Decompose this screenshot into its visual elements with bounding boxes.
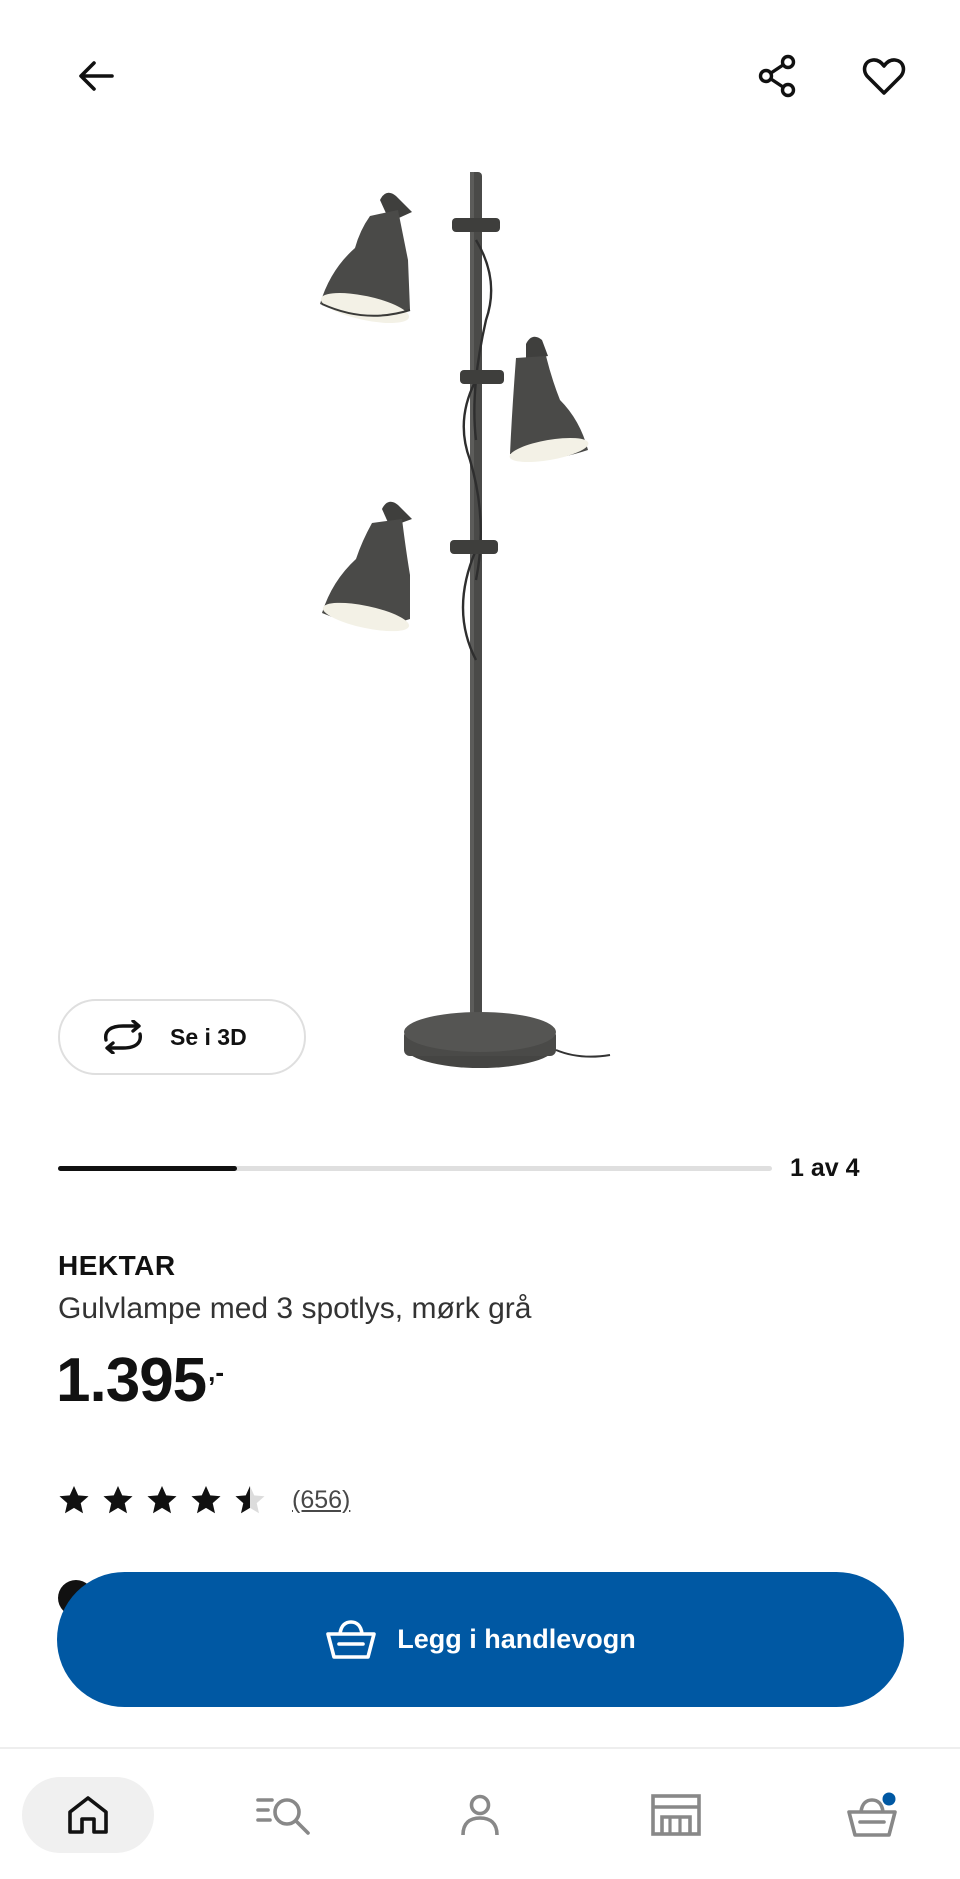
add-to-cart-label: Legg i handlevogn <box>397 1624 636 1654</box>
nav-search[interactable] <box>218 1777 350 1853</box>
star-icon <box>59 1486 89 1514</box>
favorite-button[interactable] <box>844 36 924 116</box>
star-icon <box>235 1486 265 1514</box>
star-icon <box>191 1486 221 1514</box>
share-button[interactable] <box>738 36 818 116</box>
basket-icon <box>326 1619 377 1659</box>
nav-profile[interactable] <box>414 1777 546 1853</box>
cart-icon <box>847 1792 897 1837</box>
star-rating <box>58 1484 278 1516</box>
product-image[interactable] <box>300 160 640 1100</box>
product-name: HEKTAR <box>58 1250 176 1281</box>
heart-icon <box>862 58 906 95</box>
back-button[interactable] <box>56 36 136 116</box>
arrow-left-icon <box>79 61 114 91</box>
price-suffix: ,- <box>208 1357 225 1387</box>
cart-badge <box>882 1792 896 1806</box>
bottom-navigation <box>0 1749 960 1879</box>
star-icon <box>147 1486 177 1514</box>
review-count[interactable]: (656) <box>292 1486 350 1515</box>
star-icon <box>103 1486 133 1514</box>
nav-cart[interactable] <box>806 1777 938 1853</box>
home-icon <box>68 1796 108 1834</box>
person-icon <box>461 1794 499 1836</box>
view-3d-label: Se i 3D <box>170 1023 247 1050</box>
store-icon <box>651 1794 701 1836</box>
share-icon <box>758 54 796 98</box>
gallery-progress-fill <box>58 1166 237 1171</box>
product-rating[interactable]: (656) <box>58 1482 350 1518</box>
gallery-counter: 1 av 4 <box>790 1154 860 1182</box>
rotate-3d-icon <box>104 1020 142 1054</box>
search-list-icon <box>256 1798 310 1835</box>
product-price: 1.395 ,- <box>56 1345 224 1416</box>
view-3d-button[interactable]: Se i 3D <box>58 999 306 1075</box>
nav-store[interactable] <box>610 1777 742 1853</box>
add-to-cart-button[interactable]: Legg i handlevogn <box>57 1572 904 1707</box>
product-description: Gulvlampe med 3 spotlys, mørk grå <box>58 1292 532 1325</box>
gallery-progress-bar <box>58 1166 772 1171</box>
top-bar <box>0 0 960 150</box>
price-main: 1.395 <box>56 1346 207 1415</box>
nav-home[interactable] <box>22 1777 154 1853</box>
